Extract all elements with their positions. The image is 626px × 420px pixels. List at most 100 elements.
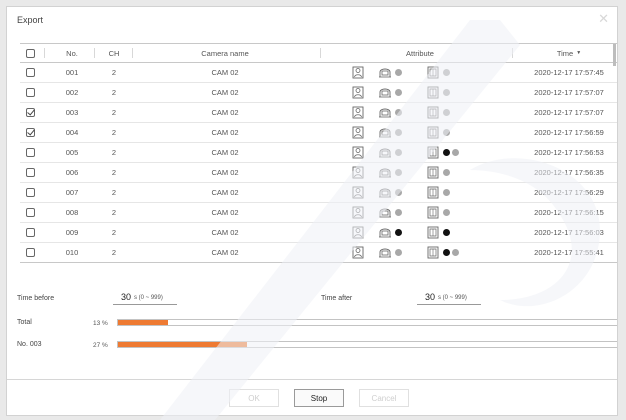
person-icon (352, 226, 364, 239)
select-all-cell[interactable] (26, 44, 35, 62)
ok-button[interactable]: OK (229, 389, 279, 407)
table-row[interactable]: 009 2 CAM 02 2020-12-17 17:56:03 (20, 223, 617, 243)
row-checkbox[interactable] (26, 208, 35, 217)
time-after-input[interactable]: 30 (425, 292, 435, 302)
close-icon[interactable]: ✕ (598, 11, 609, 27)
status-dot (395, 249, 402, 256)
door-sensor-icon (427, 206, 439, 219)
status-dot (452, 249, 459, 256)
person-icon (352, 146, 364, 159)
row-time: 2020-12-17 17:56:15 (534, 208, 604, 217)
row-camera-name: CAM 02 (211, 108, 239, 117)
row-no: 002 (65, 88, 79, 97)
total-progress-fill (118, 320, 169, 325)
status-dot (443, 229, 450, 236)
time-before-unit: s (0 ~ 999) (134, 295, 163, 301)
header-camera-name: Camera name (201, 48, 249, 58)
row-no: 003 (65, 108, 79, 117)
table-row[interactable]: 001 2 CAM 02 2020-12-17 17:57:45 (20, 63, 617, 83)
export-dialog: Export ✕ No. CH Camera name Attribute Ti… (6, 6, 618, 416)
row-ch: 2 (111, 68, 117, 77)
row-camera-name: CAM 02 (211, 188, 239, 197)
status-dot (395, 109, 402, 116)
row-checkbox-cell[interactable] (26, 203, 35, 222)
header-attribute: Attribute (406, 48, 434, 58)
sort-down-icon[interactable]: ▼ (576, 50, 581, 56)
vehicle-face-icon (378, 106, 391, 119)
time-before-input[interactable]: 30 (121, 292, 131, 302)
row-checkbox-cell[interactable] (26, 163, 35, 182)
row-no: 004 (65, 128, 79, 137)
cancel-button[interactable]: Cancel (359, 389, 409, 407)
row-checkbox[interactable] (26, 228, 35, 237)
person-icon (352, 86, 364, 99)
row-time: 2020-12-17 17:55:41 (534, 248, 604, 257)
status-dot (395, 189, 402, 196)
status-dot (443, 89, 450, 96)
door-sensor-icon (427, 226, 439, 239)
row-ch: 2 (111, 108, 117, 117)
item-progress-bar (117, 341, 617, 348)
time-before-label: Time before (17, 295, 55, 302)
table-row[interactable]: 010 2 CAM 02 2020-12-17 17:55:41 (20, 243, 617, 263)
table-row[interactable]: 002 2 CAM 02 2020-12-17 17:57:07 (20, 83, 617, 103)
item-progress-fill (118, 342, 247, 347)
table-row[interactable]: 005 2 CAM 02 2020-12-17 17:56:53 (20, 143, 617, 163)
row-camera-name: CAM 02 (211, 68, 239, 77)
event-table: No. CH Camera name Attribute Time ▼ 001 2… (20, 43, 617, 263)
row-checkbox-cell[interactable] (26, 183, 35, 202)
row-checkbox-cell[interactable] (26, 223, 35, 242)
status-dot (395, 149, 402, 156)
row-ch: 2 (111, 168, 117, 177)
row-time: 2020-12-17 17:57:07 (534, 108, 604, 117)
row-attributes (330, 83, 510, 102)
row-checkbox-cell[interactable] (26, 63, 35, 82)
status-dot (443, 189, 450, 196)
table-row[interactable]: 007 2 CAM 02 2020-12-17 17:56:29 (20, 183, 617, 203)
row-time: 2020-12-17 17:56:53 (534, 148, 604, 157)
status-dot (395, 229, 402, 236)
row-checkbox[interactable] (26, 88, 35, 97)
person-icon (352, 166, 364, 179)
time-before-underline (113, 304, 177, 305)
table-row[interactable]: 003 2 CAM 02 2020-12-17 17:57:07 (20, 103, 617, 123)
status-dot (443, 109, 450, 116)
row-attributes (330, 243, 510, 262)
item-progress-label: No. 003 (17, 341, 42, 348)
table-row[interactable]: 006 2 CAM 02 2020-12-17 17:56:35 (20, 163, 617, 183)
row-time: 2020-12-17 17:57:07 (534, 88, 604, 97)
row-checkbox-cell[interactable] (26, 243, 35, 262)
row-checkbox[interactable] (26, 248, 35, 257)
select-all-checkbox[interactable] (26, 48, 35, 58)
row-checkbox-cell[interactable] (26, 123, 35, 142)
row-no: 001 (65, 68, 79, 77)
row-camera-name: CAM 02 (211, 148, 239, 157)
row-ch: 2 (111, 148, 117, 157)
row-checkbox-cell[interactable] (26, 143, 35, 162)
door-sensor-icon (427, 106, 439, 119)
row-no: 008 (65, 208, 79, 217)
table-row[interactable]: 004 2 CAM 02 2020-12-17 17:56:59 (20, 123, 617, 143)
row-checkbox[interactable] (26, 68, 35, 77)
status-dot (395, 89, 402, 96)
row-checkbox[interactable] (26, 108, 35, 117)
status-dot (443, 149, 450, 156)
door-sensor-icon (427, 66, 439, 79)
table-scrollbar[interactable] (613, 44, 616, 66)
row-no: 005 (65, 148, 79, 157)
row-checkbox-cell[interactable] (26, 103, 35, 122)
total-progress-label: Total (17, 319, 32, 326)
item-progress-percent: 27 % (93, 342, 108, 349)
row-ch: 2 (111, 188, 117, 197)
stop-button[interactable]: Stop (294, 389, 344, 407)
row-checkbox-cell[interactable] (26, 83, 35, 102)
header-time[interactable]: Time ▼ (520, 44, 617, 62)
row-checkbox[interactable] (26, 188, 35, 197)
row-camera-name: CAM 02 (211, 88, 239, 97)
row-checkbox[interactable] (26, 128, 35, 137)
row-checkbox[interactable] (26, 168, 35, 177)
vehicle-face-icon (378, 86, 391, 99)
row-checkbox[interactable] (26, 148, 35, 157)
table-row[interactable]: 008 2 CAM 02 2020-12-17 17:56:15 (20, 203, 617, 223)
status-dot (443, 129, 450, 136)
